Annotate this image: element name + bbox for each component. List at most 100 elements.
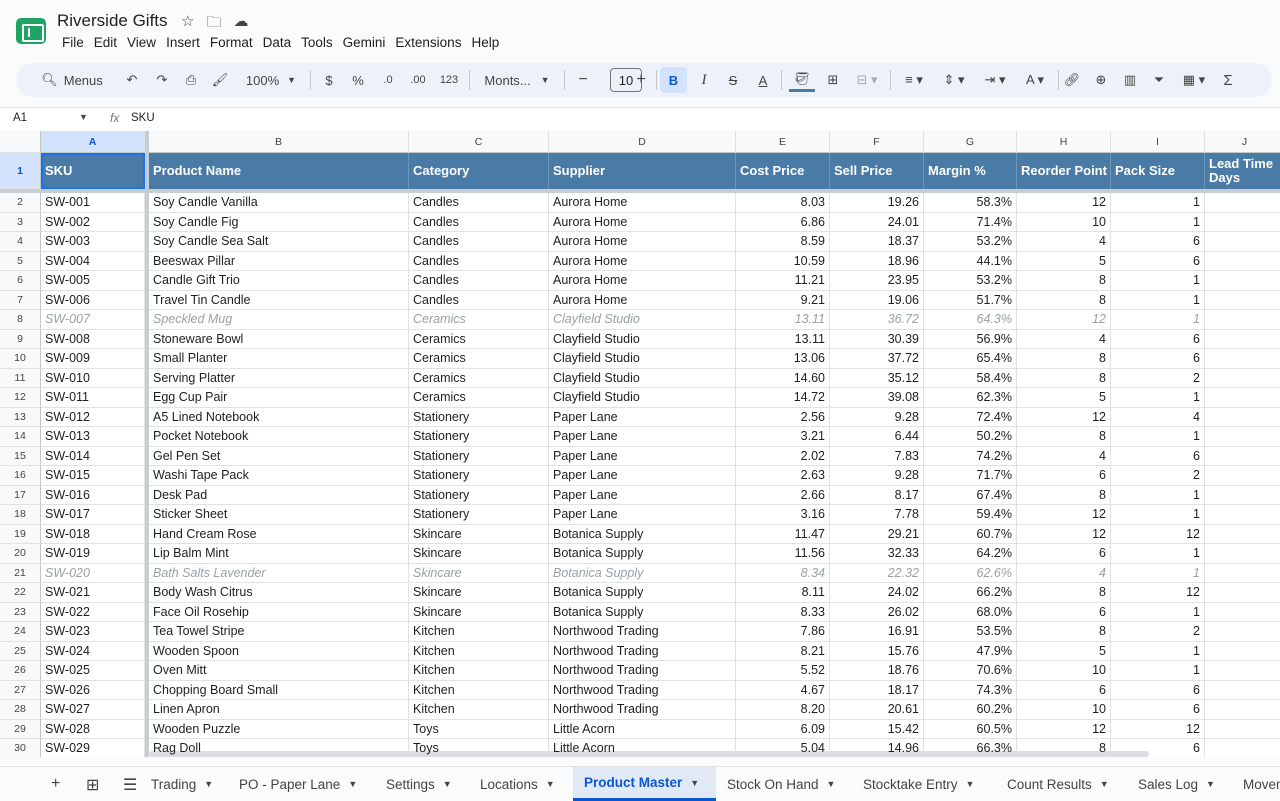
table-cell[interactable]: 56.9% <box>924 329 1017 349</box>
table-cell[interactable]: 2.66 <box>736 485 830 505</box>
table-cell[interactable]: 11.21 <box>736 271 830 291</box>
table-cell[interactable]: Stationery <box>409 427 549 447</box>
table-cell[interactable]: 68.0% <box>924 602 1017 622</box>
row-header[interactable]: 25 <box>0 641 41 661</box>
italic-button[interactable]: I <box>692 63 716 97</box>
sheet-list-icon[interactable]: ⊞ <box>86 775 99 795</box>
table-cell[interactable] <box>1205 486 1280 505</box>
table-cell[interactable]: 4 <box>1017 446 1111 466</box>
row-header[interactable]: 22 <box>0 583 41 603</box>
insert-link-icon[interactable]: 🔗︎ <box>1060 63 1084 97</box>
table-cell[interactable]: Paper Lane <box>549 505 736 525</box>
row-header[interactable]: 19 <box>0 524 41 544</box>
table-cell[interactable]: Stoneware Bowl <box>149 329 409 349</box>
row-header[interactable]: 15 <box>0 446 41 466</box>
percent-format-button[interactable]: % <box>347 63 369 97</box>
row-header[interactable]: 3 <box>0 212 41 232</box>
table-cell[interactable]: 18.76 <box>830 661 924 681</box>
table-cell[interactable]: 6 <box>1017 544 1111 564</box>
table-cell[interactable]: Skincare <box>409 544 549 564</box>
row-header[interactable]: 11 <box>0 368 41 388</box>
table-cell[interactable]: SW-001 <box>41 193 145 213</box>
table-cell[interactable]: 6 <box>1017 680 1111 700</box>
table-cell[interactable]: 62.6% <box>924 563 1017 583</box>
table-cell[interactable]: 7.86 <box>736 622 830 642</box>
table-cell[interactable]: 14.96 <box>830 739 924 757</box>
decrease-decimal-button[interactable]: .0 <box>376 63 400 97</box>
column-header-j[interactable]: J <box>1205 131 1280 153</box>
table-cell[interactable]: 2 <box>1111 368 1205 388</box>
table-cell[interactable]: 6 <box>1111 700 1205 720</box>
table-cell[interactable]: Stationery <box>409 466 549 486</box>
table-cell[interactable]: 10 <box>1017 700 1111 720</box>
table-cell[interactable]: 5.04 <box>736 739 830 757</box>
table-cell[interactable]: Speckled Mug <box>149 310 409 330</box>
table-cell[interactable]: 50.2% <box>924 427 1017 447</box>
table-cell[interactable]: SW-008 <box>41 329 145 349</box>
table-cell[interactable]: Hand Cream Rose <box>149 524 409 544</box>
table-cell[interactable] <box>1205 603 1280 622</box>
table-cell[interactable]: 14.60 <box>736 368 830 388</box>
sheet-tab[interactable]: Count Results ▼ <box>996 767 1127 801</box>
table-cell[interactable]: A5 Lined Notebook <box>149 407 409 427</box>
table-cell[interactable]: Chopping Board Small <box>149 680 409 700</box>
column-header-g[interactable]: G <box>924 131 1017 153</box>
table-cell[interactable] <box>1205 447 1280 466</box>
search-menus-button[interactable]: 🔍︎ Menus <box>30 63 114 97</box>
table-cell[interactable]: 4 <box>1111 407 1205 427</box>
table-cell[interactable]: Paper Lane <box>549 485 736 505</box>
chevron-down-icon[interactable]: ▼ <box>827 779 836 789</box>
table-cell[interactable] <box>1205 427 1280 447</box>
table-cell[interactable] <box>1205 193 1280 213</box>
row-header[interactable]: 14 <box>0 427 41 447</box>
column-header-f[interactable]: F <box>830 131 924 153</box>
table-cell[interactable]: Aurora Home <box>549 232 736 252</box>
table-cell[interactable] <box>1205 642 1280 661</box>
strikethrough-button[interactable]: S <box>721 63 745 97</box>
table-cell[interactable]: 1 <box>1111 505 1205 525</box>
column-header-i[interactable]: I <box>1111 131 1205 153</box>
table-cell[interactable]: Bath Salts Lavender <box>149 563 409 583</box>
table-cell[interactable]: 12 <box>1017 310 1111 330</box>
undo-icon[interactable]: ↶ <box>120 63 144 97</box>
header-cell[interactable]: Cost Price <box>736 153 830 189</box>
table-cell[interactable] <box>1205 544 1280 564</box>
table-cell[interactable]: SW-004 <box>41 251 145 271</box>
table-cell[interactable]: 18.96 <box>830 251 924 271</box>
row-header[interactable]: 4 <box>0 232 41 252</box>
table-cell[interactable]: Clayfield Studio <box>549 388 736 408</box>
table-cell[interactable]: 29.21 <box>830 524 924 544</box>
currency-format-button[interactable]: $ <box>318 63 340 97</box>
sheet-tab[interactable]: Product Master ▼ <box>573 767 716 801</box>
table-cell[interactable]: Candles <box>409 232 549 252</box>
table-cell[interactable]: 12 <box>1017 193 1111 213</box>
table-cell[interactable]: 15.42 <box>830 719 924 739</box>
menu-gemini[interactable]: Gemini <box>338 35 391 50</box>
increase-decimal-button[interactable]: .00 <box>406 63 430 97</box>
table-cell[interactable]: 11.47 <box>736 524 830 544</box>
sheet-tab[interactable]: Stock On Hand ▼ <box>716 767 852 801</box>
table-cell[interactable] <box>1205 661 1280 681</box>
formula-input[interactable]: SKU <box>131 112 155 124</box>
table-cell[interactable]: 39.08 <box>830 388 924 408</box>
table-cell[interactable]: Wooden Puzzle <box>149 719 409 739</box>
table-cell[interactable] <box>1205 232 1280 252</box>
table-cell[interactable] <box>1205 466 1280 486</box>
table-cell[interactable]: 6 <box>1017 602 1111 622</box>
table-cell[interactable] <box>1205 739 1280 757</box>
table-cell[interactable]: Aurora Home <box>549 290 736 310</box>
table-cell[interactable]: 60.5% <box>924 719 1017 739</box>
table-cell[interactable]: SW-014 <box>41 446 145 466</box>
header-cell[interactable]: Pack Size <box>1111 153 1205 189</box>
table-cell[interactable]: 2.63 <box>736 466 830 486</box>
table-cell[interactable]: Stationery <box>409 485 549 505</box>
table-cell[interactable]: Paper Lane <box>549 407 736 427</box>
table-cell[interactable]: 10 <box>1017 661 1111 681</box>
print-icon[interactable]: ⎙ <box>179 63 203 97</box>
table-cell[interactable]: Toys <box>409 739 549 757</box>
table-cell[interactable]: 6 <box>1111 446 1205 466</box>
table-cell[interactable]: Northwood Trading <box>549 700 736 720</box>
table-cell[interactable]: Body Wash Citrus <box>149 583 409 603</box>
table-cell[interactable]: Small Planter <box>149 349 409 369</box>
row-header[interactable]: 23 <box>0 602 41 622</box>
